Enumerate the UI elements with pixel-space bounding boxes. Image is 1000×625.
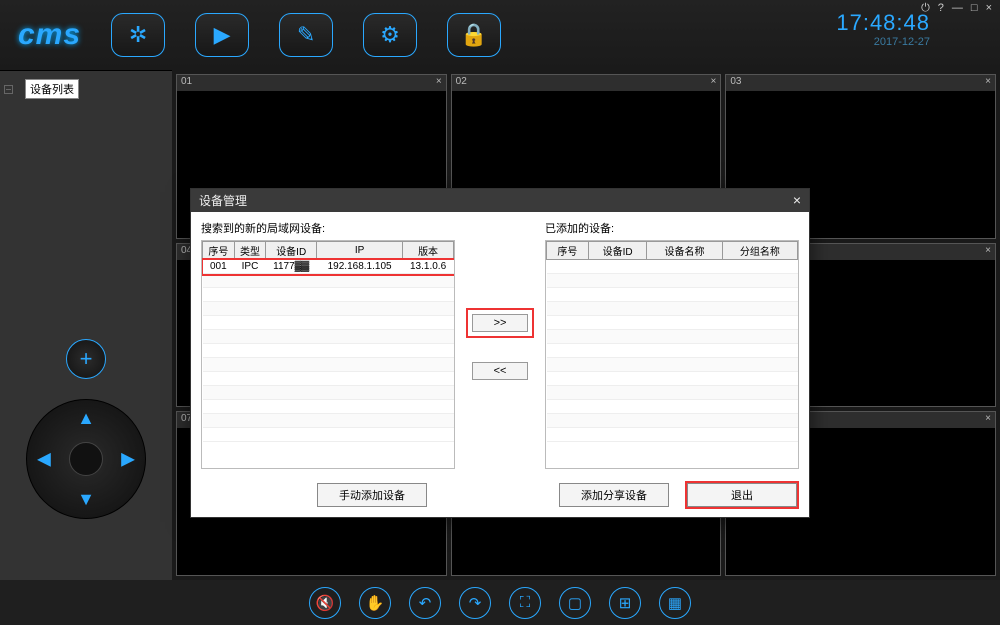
- cell-label: 03: [730, 76, 741, 90]
- single-view-icon[interactable]: ▢: [559, 587, 591, 619]
- close-icon[interactable]: ×: [710, 76, 716, 90]
- dialog-titlebar: 设备管理 ×: [191, 189, 809, 212]
- device-manage-dialog: 设备管理 × 搜索到的新的局域网设备: 序号 类型 设备ID IP 版本 001: [190, 188, 810, 518]
- grid-4-icon[interactable]: ⊞: [609, 587, 641, 619]
- close-icon[interactable]: ×: [985, 245, 991, 259]
- help-icon[interactable]: ?: [936, 2, 946, 15]
- edit-icon[interactable]: ✎: [279, 13, 333, 57]
- manual-add-button[interactable]: 手动添加设备: [317, 483, 427, 507]
- found-devices-panel: 搜索到的新的局域网设备: 序号 类型 设备ID IP 版本 001 IPC: [201, 220, 455, 469]
- tree-collapse-icon[interactable]: [4, 85, 13, 94]
- dialog-body: 搜索到的新的局域网设备: 序号 类型 设备ID IP 版本 001 IPC: [191, 212, 809, 477]
- added-devices-table[interactable]: 序号 设备ID 设备名称 分组名称: [545, 240, 799, 469]
- add-device-highlight: >>: [468, 310, 532, 336]
- close-icon[interactable]: ×: [985, 76, 991, 90]
- dpad-down-icon[interactable]: ▼: [77, 489, 95, 510]
- clock-time: 17:48:48: [836, 10, 930, 36]
- window-controls: ⏻ ? — □ ×: [919, 2, 994, 15]
- col-type: 类型: [234, 242, 266, 260]
- app-logo: cms: [18, 18, 81, 52]
- dpad: ▲ ▼ ◀ ▶: [26, 399, 146, 519]
- settings-icon[interactable]: ⚙: [363, 13, 417, 57]
- dialog-footer: 手动添加设备 添加分享设备 退出: [191, 477, 809, 517]
- hand-icon[interactable]: ✋: [359, 587, 391, 619]
- dialog-close-icon[interactable]: ×: [793, 192, 801, 209]
- film-reel-icon[interactable]: ✲: [111, 13, 165, 57]
- remove-device-button[interactable]: <<: [472, 362, 528, 380]
- col-devname: 设备名称: [647, 242, 722, 260]
- add-share-button[interactable]: 添加分享设备: [559, 483, 669, 507]
- col-ip: IP: [317, 242, 403, 260]
- added-devices-label: 已添加的设备:: [545, 220, 799, 236]
- found-devices-label: 搜索到的新的局域网设备:: [201, 220, 455, 236]
- dpad-right-icon[interactable]: ▶: [121, 449, 135, 470]
- close-window-icon[interactable]: ×: [984, 2, 994, 15]
- play-icon[interactable]: ▶: [195, 13, 249, 57]
- col-devid: 设备ID: [266, 242, 317, 260]
- clock-date: 2017-12-27: [836, 36, 930, 48]
- transfer-buttons: >> <<: [465, 220, 535, 469]
- device-list-root[interactable]: 设备列表: [25, 79, 79, 99]
- maximize-icon[interactable]: □: [969, 2, 980, 15]
- rotate-left-icon[interactable]: ↶: [409, 587, 441, 619]
- exit-button[interactable]: 退出: [687, 483, 797, 507]
- mute-icon[interactable]: 🔇: [309, 587, 341, 619]
- table-row[interactable]: 001 IPC 1177▓▓ 192.168.1.105 13.1.0.6: [203, 260, 454, 274]
- dpad-up-icon[interactable]: ▲: [77, 408, 95, 429]
- bottom-toolbar: 🔇 ✋ ↶ ↷ ⛶ ▢ ⊞ ▦: [0, 580, 1000, 625]
- found-devices-table[interactable]: 序号 类型 设备ID IP 版本 001 IPC 1177▓▓ 192.168.…: [201, 240, 455, 469]
- added-devices-panel: 已添加的设备: 序号 设备ID 设备名称 分组名称: [545, 220, 799, 469]
- top-bar: cms ✲ ▶ ✎ ⚙ 🔒 17:48:48 2017-12-27 ⏻ ? — …: [0, 0, 1000, 70]
- minimize-icon[interactable]: —: [950, 2, 965, 15]
- rotate-right-icon[interactable]: ↷: [459, 587, 491, 619]
- dpad-center[interactable]: [69, 442, 103, 476]
- grid-9-icon[interactable]: ▦: [659, 587, 691, 619]
- fullscreen-icon[interactable]: ⛶: [509, 587, 541, 619]
- close-icon[interactable]: ×: [436, 76, 442, 90]
- col-seq: 序号: [547, 242, 589, 260]
- col-version: 版本: [403, 242, 454, 260]
- sidebar: 设备列表 + ▲ ▼ ◀ ▶: [0, 70, 172, 580]
- lock-icon[interactable]: 🔒: [447, 13, 501, 57]
- col-devid: 设备ID: [588, 242, 647, 260]
- col-group: 分组名称: [722, 242, 797, 260]
- add-device-button[interactable]: >>: [472, 314, 528, 332]
- dpad-left-icon[interactable]: ◀: [37, 449, 51, 470]
- col-seq: 序号: [203, 242, 235, 260]
- cell-label: 02: [456, 76, 467, 90]
- clock: 17:48:48 2017-12-27: [836, 10, 930, 48]
- add-button[interactable]: +: [66, 339, 106, 379]
- close-icon[interactable]: ×: [985, 413, 991, 427]
- cell-label: 01: [181, 76, 192, 90]
- top-toolbar: ✲ ▶ ✎ ⚙ 🔒: [111, 13, 501, 57]
- dialog-title: 设备管理: [199, 192, 247, 209]
- power-icon[interactable]: ⏻: [919, 2, 932, 15]
